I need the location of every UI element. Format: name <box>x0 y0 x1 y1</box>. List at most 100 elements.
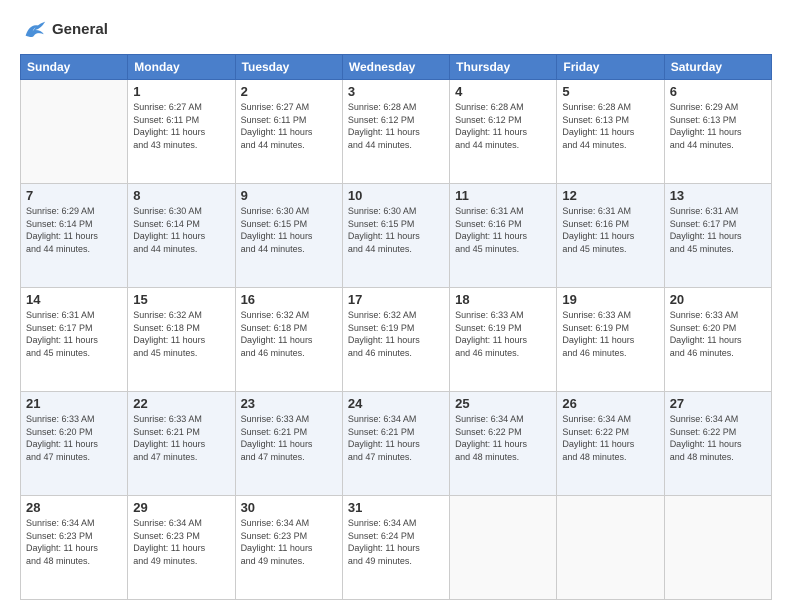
logo-icon <box>20 16 48 44</box>
day-number: 16 <box>241 292 337 307</box>
logo: General <box>20 16 108 44</box>
calendar-cell: 10 Sunrise: 6:30 AM Sunset: 6:15 PM Dayli… <box>342 184 449 288</box>
day-number: 30 <box>241 500 337 515</box>
calendar-cell: 24Sunrise: 6:34 AM Sunset: 6:21 PM Dayli… <box>342 392 449 496</box>
day-number: 21 <box>26 396 122 411</box>
day-number: 25 <box>455 396 551 411</box>
calendar-cell: 16 Sunrise: 6:32 AM Sunset: 6:18 PM Dayli… <box>235 288 342 392</box>
day-number: 19 <box>562 292 658 307</box>
calendar-cell: 5 Sunrise: 6:28 AM Sunset: 6:13 PM Daylig… <box>557 80 664 184</box>
calendar-week-3: 14 Sunrise: 6:31 AM Sunset: 6:17 PM Dayli… <box>21 288 772 392</box>
day-info: Sunrise: 6:33 AM Sunset: 6:21 PM Dayligh… <box>133 413 229 463</box>
calendar-cell: 14 Sunrise: 6:31 AM Sunset: 6:17 PM Dayli… <box>21 288 128 392</box>
day-number: 29 <box>133 500 229 515</box>
day-info: Sunrise: 6:30 AM Sunset: 6:15 PM Dayligh… <box>348 205 444 255</box>
day-number: 27 <box>670 396 766 411</box>
calendar-cell: 29 Sunrise: 6:34 AM Sunset: 6:23 PM Dayli… <box>128 496 235 600</box>
day-number: 5 <box>562 84 658 99</box>
calendar-cell <box>664 496 771 600</box>
calendar-cell: 17 Sunrise: 6:32 AM Sunset: 6:19 PM Dayli… <box>342 288 449 392</box>
calendar-week-4: 21 Sunrise: 6:33 AM Sunset: 6:20 PM Dayli… <box>21 392 772 496</box>
day-number: 9 <box>241 188 337 203</box>
day-info: Sunrise: 6:27 AM Sunset: 6:11 PM Dayligh… <box>241 101 337 151</box>
calendar-cell: 26 Sunrise: 6:34 AM Sunset: 6:22 PM Dayli… <box>557 392 664 496</box>
calendar-cell: 8 Sunrise: 6:30 AM Sunset: 6:14 PM Daylig… <box>128 184 235 288</box>
day-info: Sunrise: 6:31 AM Sunset: 6:17 PM Dayligh… <box>670 205 766 255</box>
calendar-cell: 12 Sunrise: 6:31 AM Sunset: 6:16 PM Dayli… <box>557 184 664 288</box>
day-number: 26 <box>562 396 658 411</box>
page: General SundayMondayTuesdayWednesdayThur… <box>0 0 792 612</box>
day-header-saturday: Saturday <box>664 55 771 80</box>
calendar-cell: 25 Sunrise: 6:34 AM Sunset: 6:22 PM Dayli… <box>450 392 557 496</box>
day-info: Sunrise: 6:33 AM Sunset: 6:21 PM Dayligh… <box>241 413 337 463</box>
day-info: Sunrise: 6:28 AM Sunset: 6:12 PM Dayligh… <box>455 101 551 151</box>
day-header-sunday: Sunday <box>21 55 128 80</box>
calendar-cell: 4 Sunrise: 6:28 AM Sunset: 6:12 PM Daylig… <box>450 80 557 184</box>
day-number: 31 <box>348 500 444 515</box>
day-info: Sunrise: 6:32 AM Sunset: 6:19 PM Dayligh… <box>348 309 444 359</box>
day-info: Sunrise: 6:30 AM Sunset: 6:14 PM Dayligh… <box>133 205 229 255</box>
day-number: 17 <box>348 292 444 307</box>
day-number: 22 <box>133 396 229 411</box>
calendar-cell: 3 Sunrise: 6:28 AM Sunset: 6:12 PM Daylig… <box>342 80 449 184</box>
day-number: 15 <box>133 292 229 307</box>
calendar-header-row: SundayMondayTuesdayWednesdayThursdayFrid… <box>21 55 772 80</box>
day-number: 8 <box>133 188 229 203</box>
day-number: 12 <box>562 188 658 203</box>
day-number: 14 <box>26 292 122 307</box>
calendar-cell <box>21 80 128 184</box>
calendar-cell: 15Sunrise: 6:32 AM Sunset: 6:18 PM Dayli… <box>128 288 235 392</box>
day-number: 6 <box>670 84 766 99</box>
calendar-cell: 28Sunrise: 6:34 AM Sunset: 6:23 PM Dayli… <box>21 496 128 600</box>
day-info: Sunrise: 6:33 AM Sunset: 6:19 PM Dayligh… <box>455 309 551 359</box>
day-number: 7 <box>26 188 122 203</box>
day-info: Sunrise: 6:29 AM Sunset: 6:14 PM Dayligh… <box>26 205 122 255</box>
day-info: Sunrise: 6:33 AM Sunset: 6:20 PM Dayligh… <box>26 413 122 463</box>
calendar-week-1: 1 Sunrise: 6:27 AM Sunset: 6:11 PM Daylig… <box>21 80 772 184</box>
calendar-cell: 20Sunrise: 6:33 AM Sunset: 6:20 PM Dayli… <box>664 288 771 392</box>
calendar-cell: 18Sunrise: 6:33 AM Sunset: 6:19 PM Dayli… <box>450 288 557 392</box>
day-info: Sunrise: 6:27 AM Sunset: 6:11 PM Dayligh… <box>133 101 229 151</box>
day-number: 4 <box>455 84 551 99</box>
day-header-friday: Friday <box>557 55 664 80</box>
day-info: Sunrise: 6:30 AM Sunset: 6:15 PM Dayligh… <box>241 205 337 255</box>
day-info: Sunrise: 6:28 AM Sunset: 6:12 PM Dayligh… <box>348 101 444 151</box>
day-info: Sunrise: 6:34 AM Sunset: 6:23 PM Dayligh… <box>26 517 122 567</box>
header: General <box>20 16 772 44</box>
calendar-cell: 19 Sunrise: 6:33 AM Sunset: 6:19 PM Dayli… <box>557 288 664 392</box>
calendar-cell: 23 Sunrise: 6:33 AM Sunset: 6:21 PM Dayli… <box>235 392 342 496</box>
calendar-cell: 11 Sunrise: 6:31 AM Sunset: 6:16 PM Dayli… <box>450 184 557 288</box>
day-info: Sunrise: 6:31 AM Sunset: 6:16 PM Dayligh… <box>455 205 551 255</box>
day-info: Sunrise: 6:34 AM Sunset: 6:22 PM Dayligh… <box>562 413 658 463</box>
calendar-cell: 13Sunrise: 6:31 AM Sunset: 6:17 PM Dayli… <box>664 184 771 288</box>
day-info: Sunrise: 6:29 AM Sunset: 6:13 PM Dayligh… <box>670 101 766 151</box>
day-info: Sunrise: 6:32 AM Sunset: 6:18 PM Dayligh… <box>241 309 337 359</box>
day-number: 1 <box>133 84 229 99</box>
calendar-cell: 22 Sunrise: 6:33 AM Sunset: 6:21 PM Dayli… <box>128 392 235 496</box>
day-number: 11 <box>455 188 551 203</box>
day-info: Sunrise: 6:31 AM Sunset: 6:17 PM Dayligh… <box>26 309 122 359</box>
calendar-cell: 31 Sunrise: 6:34 AM Sunset: 6:24 PM Dayli… <box>342 496 449 600</box>
day-info: Sunrise: 6:34 AM Sunset: 6:24 PM Dayligh… <box>348 517 444 567</box>
calendar-cell: 30 Sunrise: 6:34 AM Sunset: 6:23 PM Dayli… <box>235 496 342 600</box>
day-info: Sunrise: 6:33 AM Sunset: 6:19 PM Dayligh… <box>562 309 658 359</box>
day-header-thursday: Thursday <box>450 55 557 80</box>
day-info: Sunrise: 6:28 AM Sunset: 6:13 PM Dayligh… <box>562 101 658 151</box>
logo-text: General <box>52 21 108 39</box>
day-info: Sunrise: 6:34 AM Sunset: 6:22 PM Dayligh… <box>455 413 551 463</box>
day-header-monday: Monday <box>128 55 235 80</box>
day-number: 3 <box>348 84 444 99</box>
day-info: Sunrise: 6:33 AM Sunset: 6:20 PM Dayligh… <box>670 309 766 359</box>
day-info: Sunrise: 6:34 AM Sunset: 6:23 PM Dayligh… <box>133 517 229 567</box>
calendar-table: SundayMondayTuesdayWednesdayThursdayFrid… <box>20 54 772 600</box>
day-number: 10 <box>348 188 444 203</box>
calendar-cell: 27 Sunrise: 6:34 AM Sunset: 6:22 PM Dayli… <box>664 392 771 496</box>
day-number: 23 <box>241 396 337 411</box>
day-info: Sunrise: 6:34 AM Sunset: 6:22 PM Dayligh… <box>670 413 766 463</box>
day-info: Sunrise: 6:31 AM Sunset: 6:16 PM Dayligh… <box>562 205 658 255</box>
calendar-cell: 1 Sunrise: 6:27 AM Sunset: 6:11 PM Daylig… <box>128 80 235 184</box>
day-header-wednesday: Wednesday <box>342 55 449 80</box>
calendar-cell <box>557 496 664 600</box>
calendar-week-2: 7 Sunrise: 6:29 AM Sunset: 6:14 PM Daylig… <box>21 184 772 288</box>
day-info: Sunrise: 6:34 AM Sunset: 6:23 PM Dayligh… <box>241 517 337 567</box>
